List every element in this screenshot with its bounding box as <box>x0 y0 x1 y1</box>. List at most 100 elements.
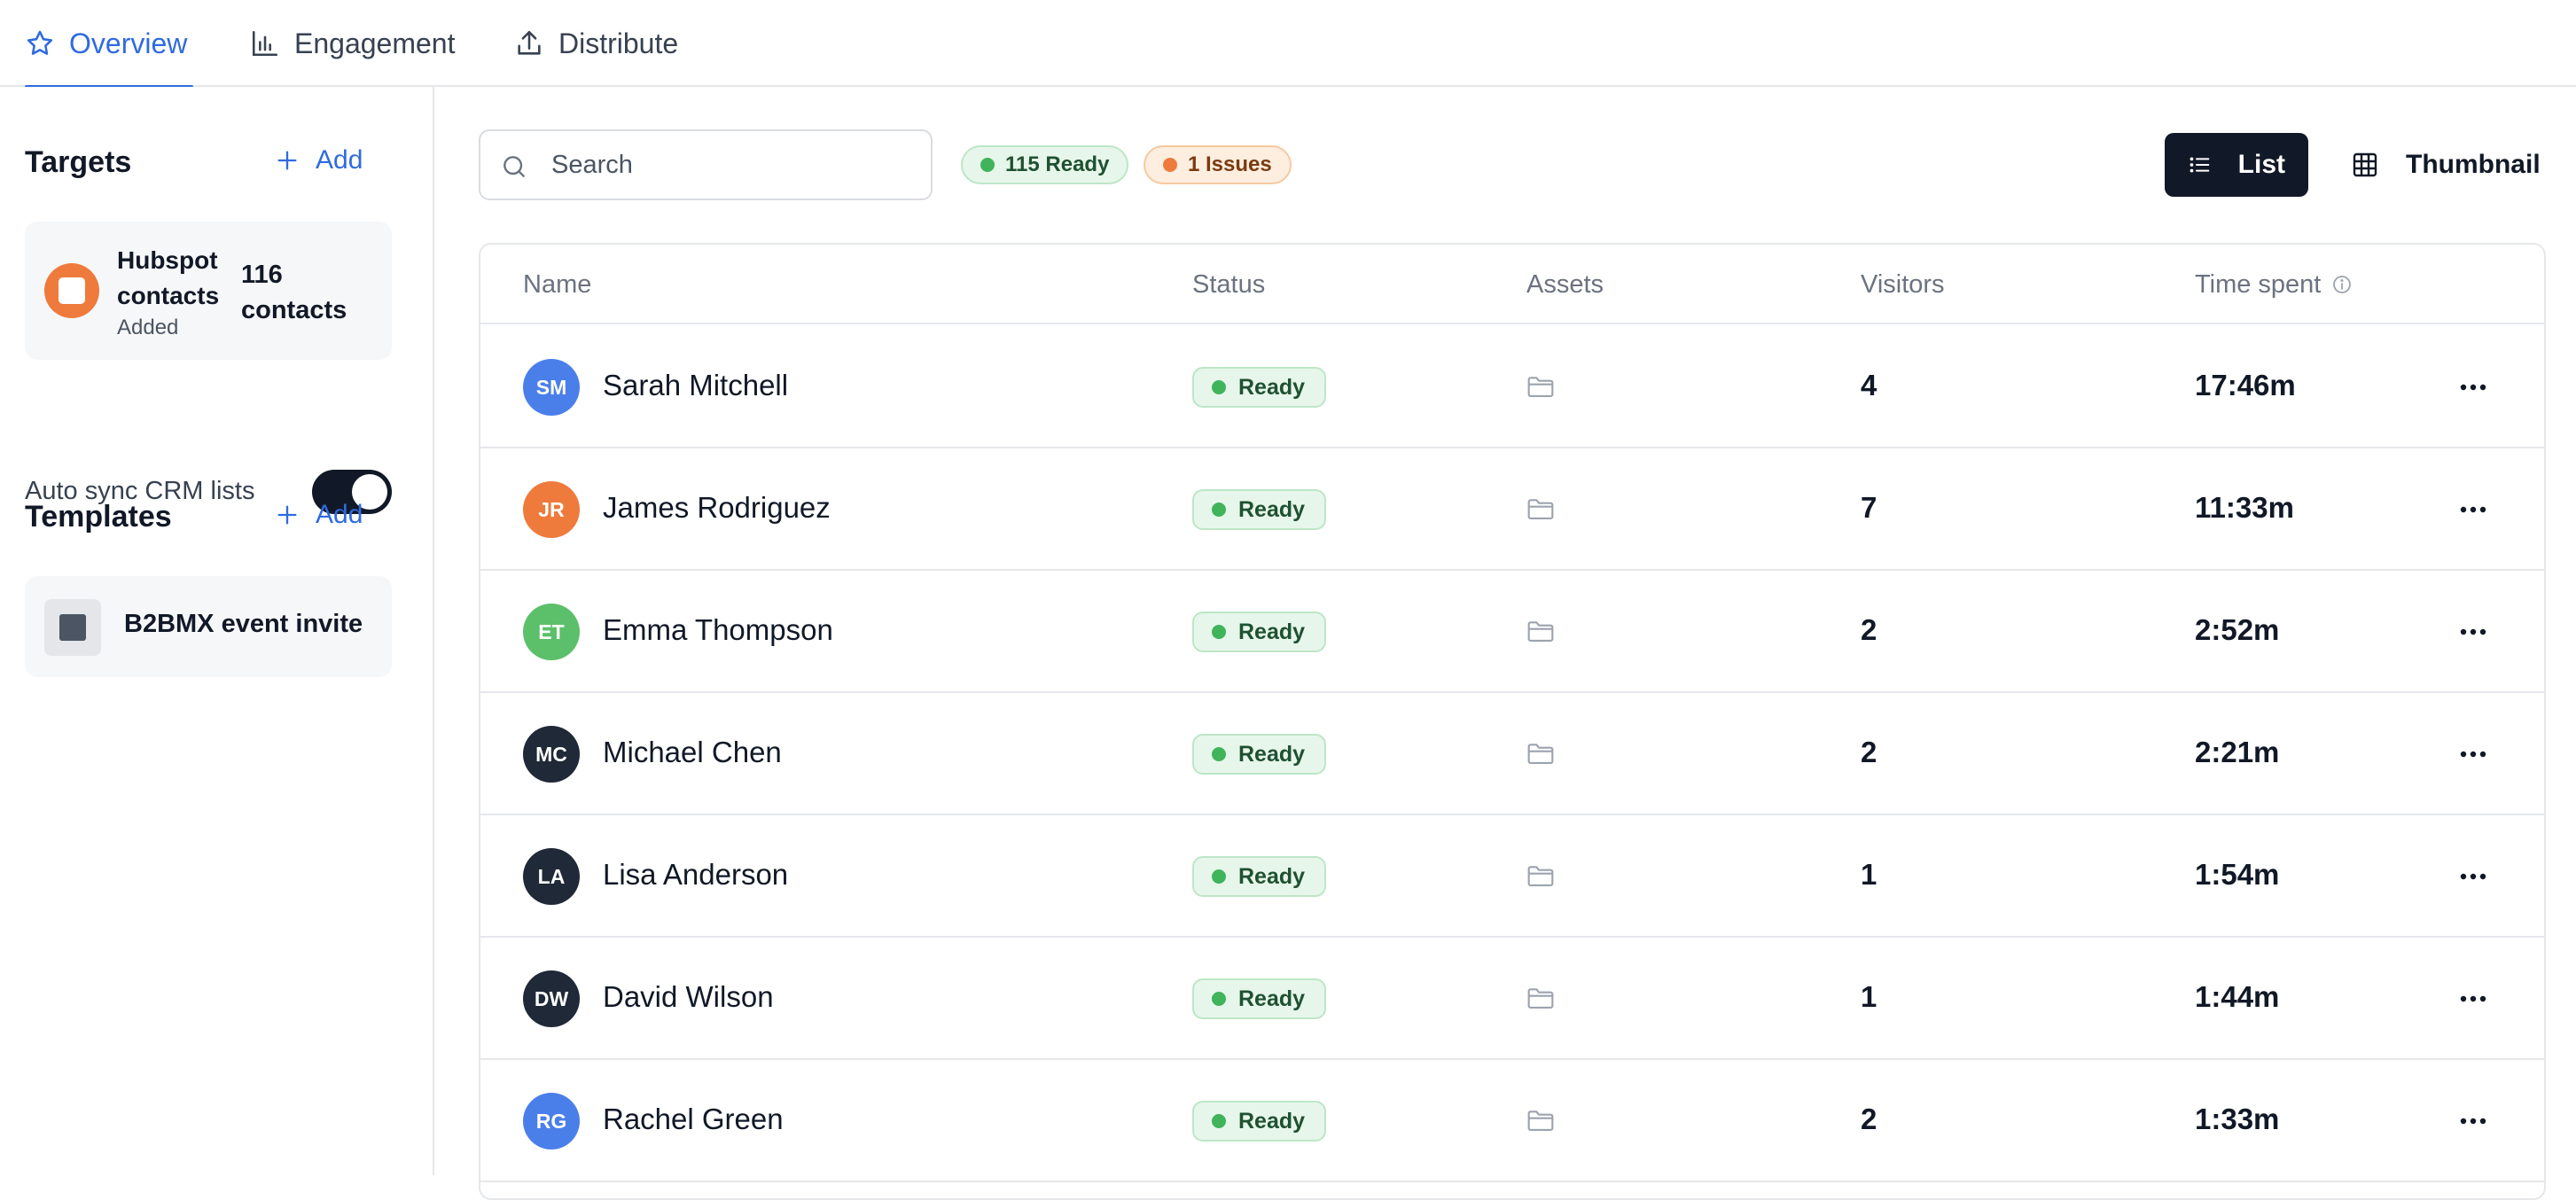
time-spent: 11:33m <box>2195 491 2294 524</box>
contacts-table: Name Status Assets Visitors Time spent S… <box>479 243 2546 1200</box>
folder-icon[interactable] <box>1526 619 1555 644</box>
time-spent: 1:33m <box>2195 1103 2280 1135</box>
visitors-count: 4 <box>1861 369 1877 401</box>
column-header-time-spent-label: Time spent <box>2195 269 2322 299</box>
ready-count-label: 115 Ready <box>1005 152 1110 176</box>
more-options-icon[interactable] <box>2455 496 2491 523</box>
status-badge: Ready <box>1192 978 1327 1019</box>
status-label: Ready <box>1238 496 1306 522</box>
templates-heading: Templates <box>25 500 172 534</box>
star-icon <box>27 30 53 55</box>
add-template-button[interactable]: Add <box>275 500 363 530</box>
info-icon[interactable] <box>2331 274 2353 295</box>
column-header-assets[interactable]: Assets <box>1526 245 1604 324</box>
status-badge: Ready <box>1192 612 1327 652</box>
time-spent: 1:44m <box>2195 980 2280 1013</box>
contact-name[interactable]: David Wilson <box>603 980 774 1014</box>
tab-distribute-label: Distribute <box>558 27 679 59</box>
table-row[interactable]: JR James Rodriguez Ready 7 11:33m <box>480 448 2544 571</box>
avatar: MC <box>523 726 580 783</box>
status-label: Ready <box>1238 986 1306 1011</box>
issues-dot <box>1163 158 1177 172</box>
status-label: Ready <box>1238 1108 1306 1134</box>
column-header-time-spent[interactable]: Time spent <box>2195 245 2353 324</box>
folder-icon[interactable] <box>1526 375 1555 400</box>
visitors-count: 2 <box>1861 1103 1877 1135</box>
more-options-icon[interactable] <box>2455 863 2491 890</box>
add-target-button[interactable]: Add <box>275 145 363 175</box>
table-row[interactable]: RG Rachel Green Ready 2 1:33m <box>480 1060 2544 1182</box>
visitors-count: 1 <box>1861 858 1877 891</box>
avatar: ET <box>523 604 580 660</box>
upload-icon <box>518 30 541 55</box>
status-dot <box>1212 992 1226 1006</box>
column-header-name[interactable]: Name <box>523 245 591 324</box>
hubspot-source-name: Hubspot contacts <box>117 246 220 309</box>
status-badge: Ready <box>1192 367 1327 408</box>
contact-name[interactable]: Lisa Anderson <box>603 858 788 892</box>
template-item[interactable]: B2BMX event invite <box>25 576 392 677</box>
more-options-icon[interactable] <box>2455 741 2491 768</box>
time-spent: 17:46m <box>2195 369 2296 401</box>
tab-overview[interactable]: Overview <box>25 0 193 89</box>
list-view-button[interactable]: List <box>2165 133 2308 197</box>
visitors-count: 2 <box>1861 736 1877 768</box>
hubspot-contacts-card[interactable]: Hubspot contacts Added 116 contacts <box>25 222 392 360</box>
more-options-icon[interactable] <box>2455 986 2491 1012</box>
more-options-icon[interactable] <box>2455 374 2491 401</box>
tab-overview-label: Overview <box>69 27 188 59</box>
list-view-label: List <box>2237 150 2285 179</box>
contact-name[interactable]: Michael Chen <box>603 736 782 769</box>
grid-icon <box>2353 152 2377 177</box>
contact-name[interactable]: Sarah Mitchell <box>603 369 788 402</box>
status-dot <box>1212 503 1226 517</box>
issues-count-label: 1 Issues <box>1188 152 1272 176</box>
avatar: JR <box>523 481 580 538</box>
add-target-label: Add <box>316 145 363 175</box>
search-icon <box>503 156 525 177</box>
column-header-visitors[interactable]: Visitors <box>1861 245 1945 324</box>
table-row[interactable]: ET Emma Thompson Ready 2 2:52m <box>480 571 2544 693</box>
status-badge: Ready <box>1192 734 1327 775</box>
contact-name[interactable]: Rachel Green <box>603 1103 784 1136</box>
avatar: LA <box>523 848 580 905</box>
status-badge: Ready <box>1192 489 1327 530</box>
folder-icon[interactable] <box>1526 986 1555 1011</box>
more-options-icon[interactable] <box>2455 1108 2491 1134</box>
status-badge: Ready <box>1192 1101 1327 1142</box>
table-row[interactable]: MC Michael Chen Ready 2 2:21m <box>480 693 2544 815</box>
template-name: B2BMX event invite <box>124 610 363 638</box>
folder-icon[interactable] <box>1526 1109 1555 1134</box>
ready-count-badge[interactable]: 115 Ready <box>961 145 1129 184</box>
visitors-count: 2 <box>1861 613 1877 646</box>
more-options-icon[interactable] <box>2455 619 2491 645</box>
status-label: Ready <box>1238 374 1306 400</box>
targets-heading: Targets <box>25 145 132 179</box>
table-row[interactable]: DW David Wilson Ready 1 1:44m <box>480 938 2544 1060</box>
status-label: Ready <box>1238 619 1306 644</box>
issues-count-badge[interactable]: 1 Issues <box>1144 145 1292 184</box>
status-badge: Ready <box>1192 856 1327 897</box>
search-box[interactable] <box>479 129 933 200</box>
column-header-status[interactable]: Status <box>1192 245 1265 324</box>
folder-icon[interactable] <box>1526 497 1555 522</box>
time-spent: 2:21m <box>2195 736 2280 768</box>
folder-icon[interactable] <box>1526 742 1555 767</box>
search-input[interactable] <box>551 144 906 186</box>
contact-name[interactable]: Emma Thompson <box>603 613 833 647</box>
tab-distribute[interactable]: Distribute <box>514 0 678 87</box>
add-template-label: Add <box>316 500 363 529</box>
thumbnail-view-button[interactable]: Thumbnail <box>2328 133 2564 197</box>
bar-chart-icon <box>252 30 278 57</box>
avatar: DW <box>523 970 580 1027</box>
status-label: Ready <box>1238 863 1306 889</box>
folder-icon[interactable] <box>1526 864 1555 889</box>
table-row[interactable]: LA Lisa Anderson Ready 1 1:54m <box>480 815 2544 938</box>
tab-engagement[interactable]: Engagement <box>250 0 455 87</box>
tab-engagement-label: Engagement <box>294 27 456 59</box>
status-dot <box>1212 747 1226 761</box>
table-row[interactable]: SM Sarah Mitchell Ready 4 17:46m <box>480 326 2544 448</box>
top-tab-bar: Overview Engagement Distribute <box>0 0 2576 89</box>
contact-name[interactable]: James Rodriguez <box>603 491 831 525</box>
list-icon <box>2190 157 2210 173</box>
